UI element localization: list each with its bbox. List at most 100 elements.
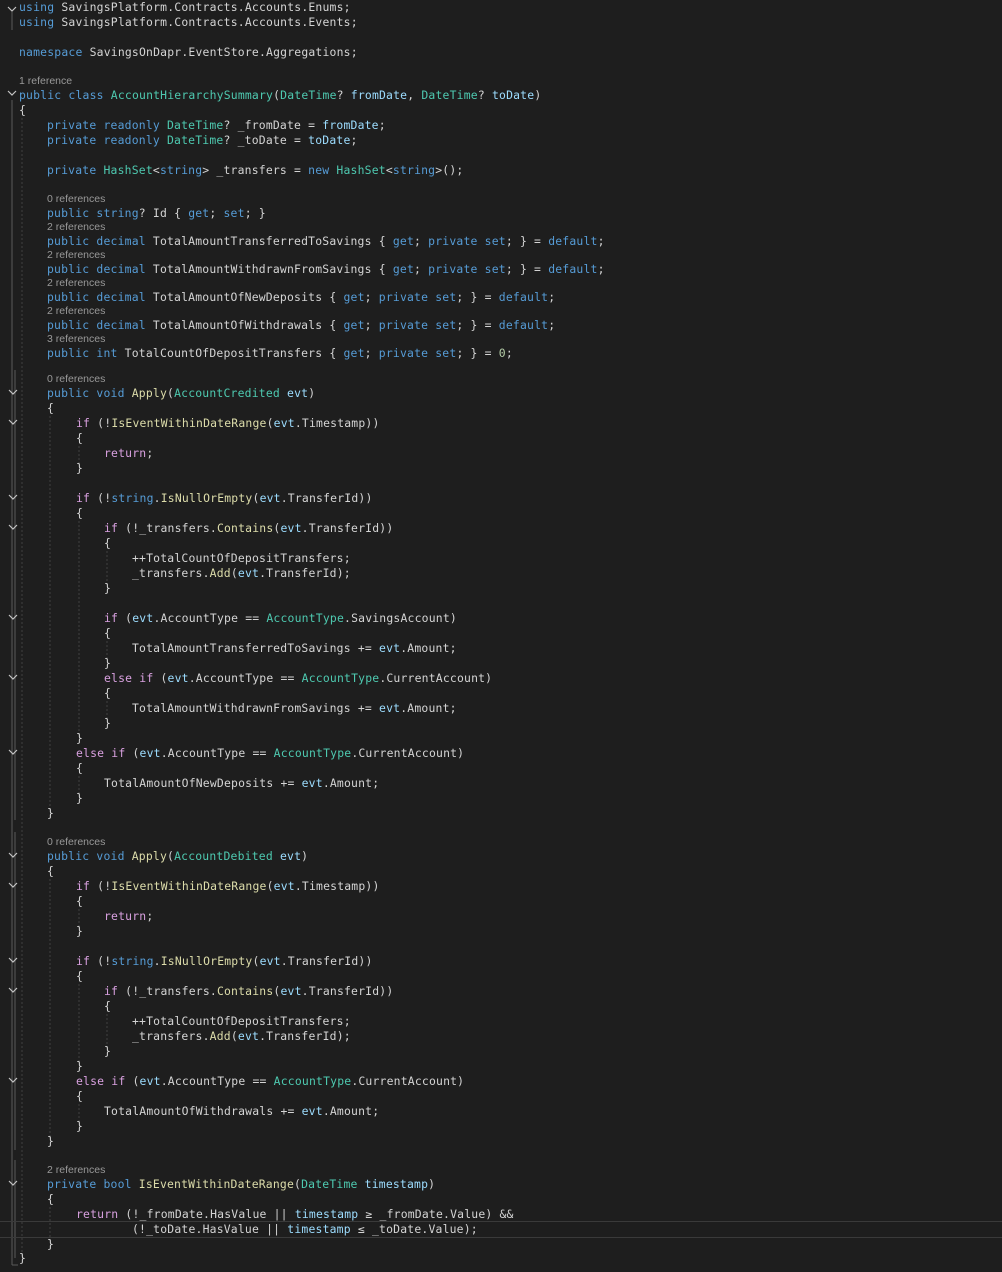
reference-count: 0 references: [47, 373, 106, 385]
keyword: set: [223, 206, 245, 220]
identifier-param: timestamp: [294, 1207, 359, 1221]
codelens-references[interactable]: 0 references: [0, 836, 1002, 849]
codelens-references[interactable]: 0 references: [0, 373, 1002, 386]
code-line: {: [0, 894, 1002, 909]
code-line: {: [0, 103, 1002, 118]
control-keyword: if: [139, 671, 154, 685]
type-name: AccountType: [266, 611, 345, 625]
codelens-references[interactable]: 1 reference: [0, 75, 1002, 88]
code-text: .Timestamp)): [294, 879, 380, 893]
code-text: .TransferId)): [280, 491, 373, 505]
code-text: (!_transfers.: [118, 521, 217, 535]
keyword: set: [484, 262, 506, 276]
type-name: AccountDebited: [174, 849, 273, 863]
code-line: private HashSet<string> _transfers = new…: [0, 163, 1002, 178]
identifier-param: timestamp: [364, 1177, 429, 1191]
control-keyword: if: [111, 1074, 126, 1088]
codelens-references[interactable]: 3 references: [0, 333, 1002, 346]
code-line: if (!IsEventWithinDateRange(evt.Timestam…: [0, 879, 1002, 894]
code-line: }: [0, 1059, 1002, 1074]
identifier-param: evt: [139, 1074, 161, 1088]
code-text: ;: [597, 234, 605, 248]
type-name: AccountType: [273, 746, 352, 760]
code-text: ; } =: [456, 318, 499, 332]
control-keyword: else: [104, 671, 133, 685]
code-text: ;: [350, 133, 358, 147]
code-text: TotalAmountOfNewDeposits +=: [104, 776, 302, 790]
code-text: .TransferId)): [280, 954, 373, 968]
codelens-references[interactable]: 0 references: [0, 193, 1002, 206]
code-text: {: [76, 1089, 84, 1103]
code-text: .AccountType ==: [153, 611, 267, 625]
identifier-param: evt: [301, 1104, 323, 1118]
identifier-param: evt: [301, 776, 323, 790]
code-text: ;: [364, 318, 379, 332]
code-text: .Amount;: [400, 701, 457, 715]
code-line: (!_toDate.HasValue || timestamp ≤ _toDat…: [0, 1221, 1002, 1238]
codelens-references[interactable]: 2 references: [0, 249, 1002, 262]
codelens-references[interactable]: 2 references: [0, 1164, 1002, 1177]
identifier-param: evt: [259, 954, 281, 968]
keyword: decimal: [96, 234, 146, 248]
type-name: HashSet: [336, 163, 386, 177]
keyword: private: [47, 163, 97, 177]
keyword: public: [47, 386, 90, 400]
codelens-references[interactable]: 2 references: [0, 305, 1002, 318]
keyword: new: [308, 163, 330, 177]
codelens-references[interactable]: 2 references: [0, 277, 1002, 290]
reference-count: 2 references: [47, 277, 106, 289]
control-keyword: if: [76, 879, 91, 893]
keyword: private: [47, 118, 97, 132]
identifier-param: toDate: [491, 88, 535, 102]
code-line: else if (evt.AccountType == AccountType.…: [0, 671, 1002, 686]
identifier-param: evt: [139, 746, 161, 760]
code-text: TotalAmountOfWithdrawals {: [145, 318, 344, 332]
keyword: int: [96, 346, 118, 360]
control-keyword: if: [104, 611, 119, 625]
code-text: TotalAmountTransferredToSavings +=: [132, 641, 380, 655]
code-editor[interactable]: using SavingsPlatform.Contracts.Accounts…: [0, 0, 1002, 1272]
code-text: TotalCountOfDepositTransfers {: [117, 346, 344, 360]
method-name: IsEventWithinDateRange: [111, 879, 267, 893]
codelens-references[interactable]: 2 references: [0, 221, 1002, 234]
type-name: AccountType: [273, 1074, 352, 1088]
code-text: TotalAmountTransferredToSavings {: [145, 234, 393, 248]
code-text: (: [125, 1074, 140, 1088]
keyword: default: [498, 290, 549, 304]
code-text: }: [104, 581, 112, 595]
code-text: .Timestamp)): [294, 416, 380, 430]
code-line: {: [0, 1192, 1002, 1207]
code-text: ++TotalCountOfDepositTransfers;: [132, 551, 351, 565]
code-text: }: [47, 806, 55, 820]
keyword: private: [378, 346, 429, 360]
code-text: (!: [90, 416, 112, 430]
code-line: }: [0, 461, 1002, 476]
code-text: ;: [414, 234, 429, 248]
keyword: public: [19, 88, 62, 102]
code-text: {: [104, 626, 112, 640]
code-text: >();: [435, 163, 464, 177]
code-line: {: [0, 626, 1002, 641]
method-name: Add: [209, 566, 231, 580]
code-text: }: [104, 1044, 112, 1058]
code-text: .CurrentAccount): [351, 1074, 465, 1088]
code-line: }: [0, 1134, 1002, 1149]
code-text: ; } =: [456, 346, 499, 360]
identifier-param: evt: [279, 849, 302, 863]
keyword: readonly: [103, 118, 160, 132]
code-line: public class AccountHierarchySummary(Dat…: [0, 88, 1002, 103]
code-line: else if (evt.AccountType == AccountType.…: [0, 1074, 1002, 1089]
keyword: public: [47, 234, 90, 248]
control-keyword: if: [104, 521, 119, 535]
code-line: {: [0, 761, 1002, 776]
code-line: }: [0, 1119, 1002, 1134]
code-line: {: [0, 1089, 1002, 1104]
code-text: ): [308, 386, 316, 400]
code-line: namespace SavingsOnDapr.EventStore.Aggre…: [0, 45, 1002, 60]
code-line: public decimal TotalAmountWithdrawnFromS…: [0, 262, 1002, 277]
code-text: (: [252, 954, 260, 968]
reference-count: 2 references: [47, 249, 106, 261]
